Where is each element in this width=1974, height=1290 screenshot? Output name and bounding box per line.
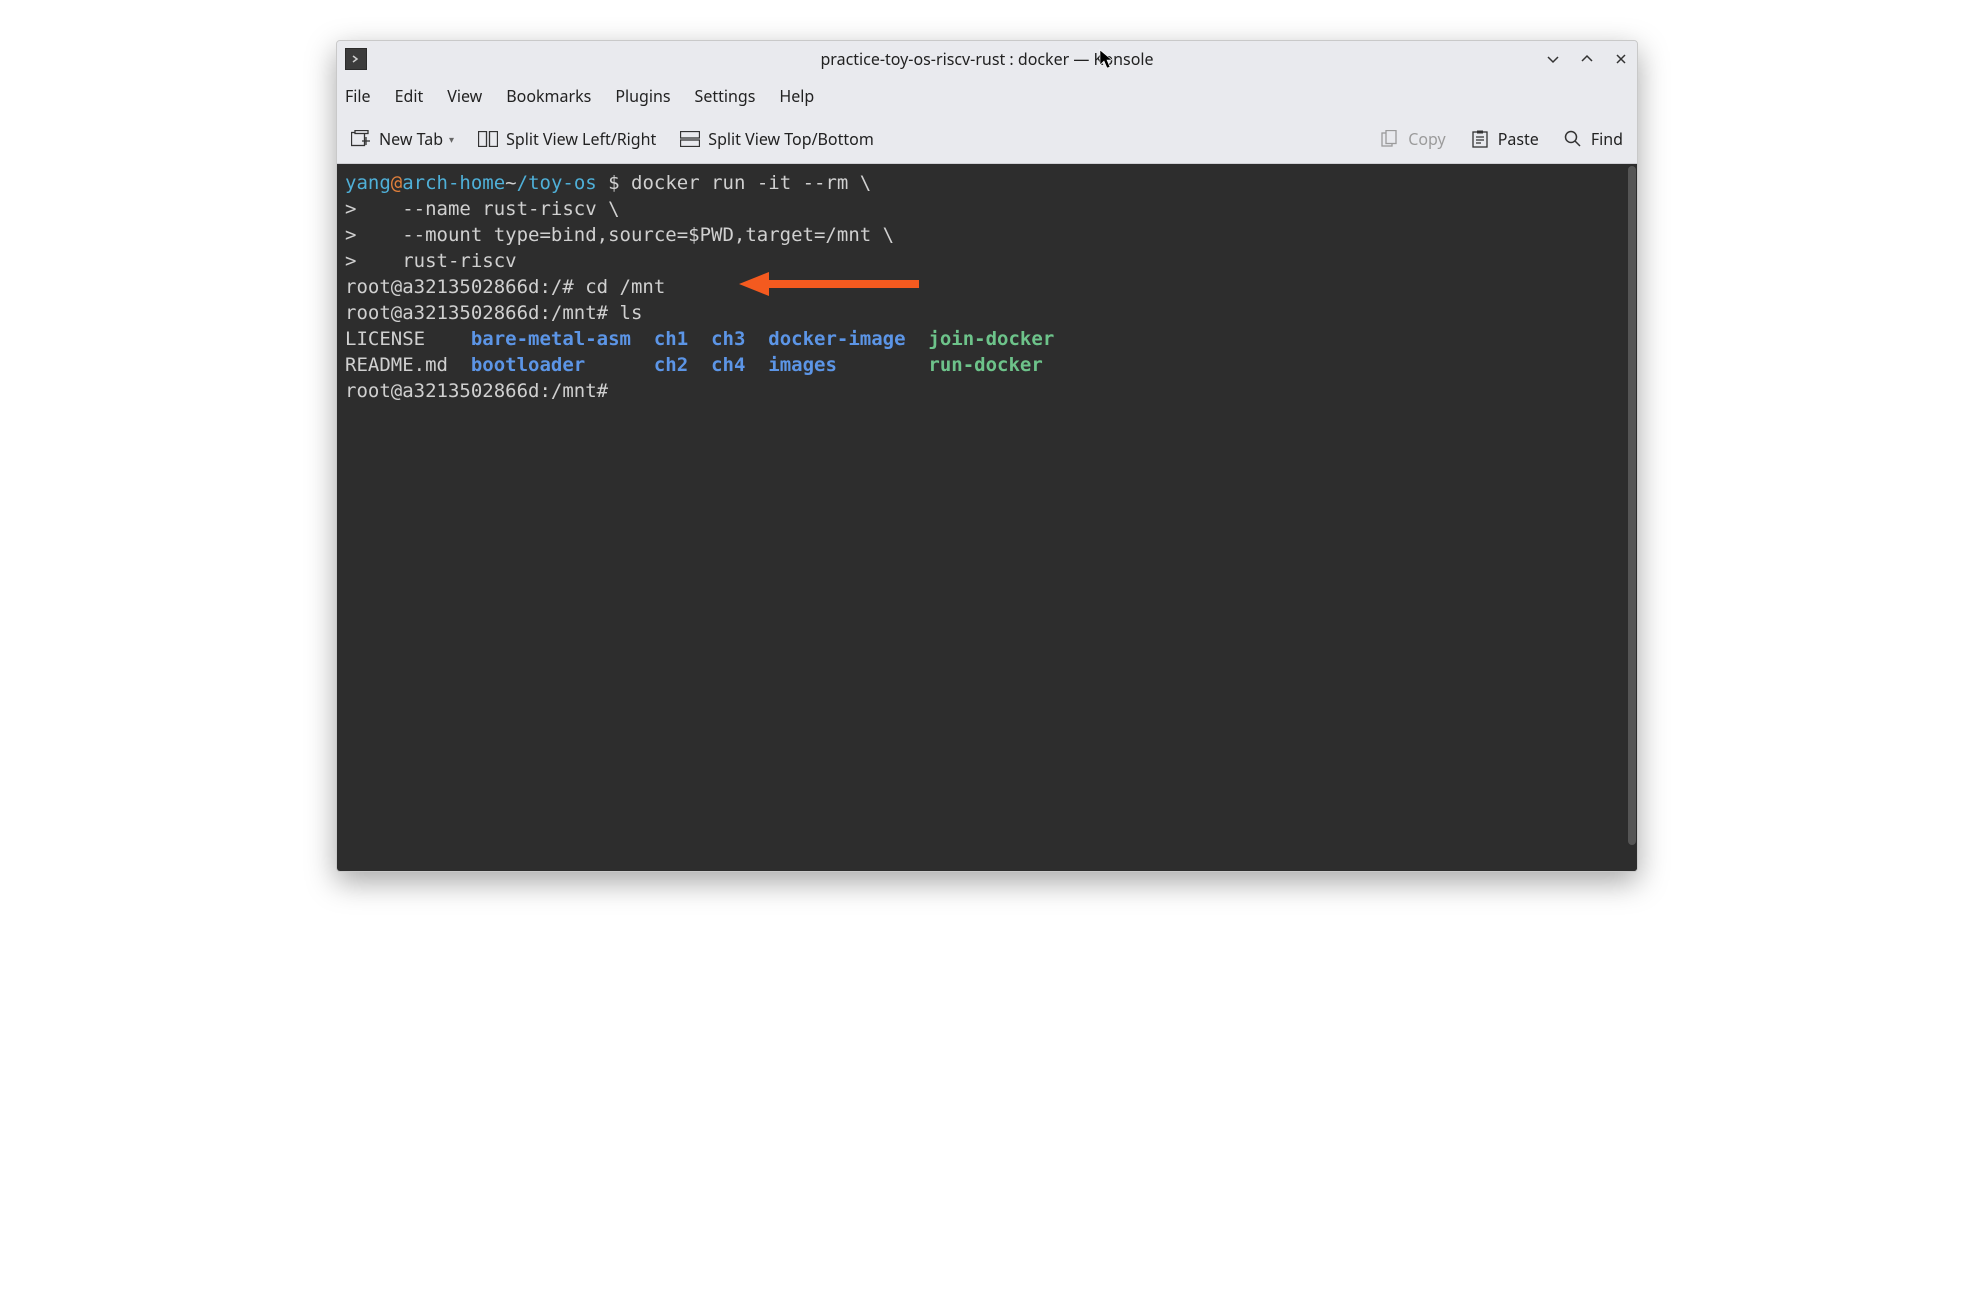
ls-dir-docker-image: docker-image [757, 328, 917, 350]
prompt-root-2: root@a3213502866d:/mnt# [345, 302, 620, 324]
command-cd: cd /mnt [585, 276, 665, 298]
split-left-right-button[interactable]: Split View Left/Right [478, 128, 656, 150]
maximize-button[interactable] [1577, 49, 1597, 69]
term-line-5: root@a3213502866d:/# cd /mnt [345, 274, 1621, 300]
menu-edit[interactable]: Edit [395, 85, 424, 107]
menu-help[interactable]: Help [779, 85, 814, 107]
toolbar: New Tab ▾ Split View Left/Right [337, 115, 1637, 164]
prompt-dollar: $ [597, 172, 631, 194]
menu-view[interactable]: View [447, 85, 482, 107]
ls-dir-ch2: ch2 [642, 354, 699, 376]
mouse-cursor-icon [1099, 49, 1115, 74]
command-text: docker run -it --rm \ [631, 172, 871, 194]
copy-icon [1380, 129, 1400, 149]
copy-label: Copy [1408, 128, 1445, 150]
prompt-root-1: root@a3213502866d:/# [345, 276, 585, 298]
command-ls: ls [620, 302, 643, 324]
ls-dir-ch4: ch4 [700, 354, 757, 376]
menu-plugins[interactable]: Plugins [615, 85, 670, 107]
paste-button[interactable]: Paste [1470, 128, 1539, 150]
ls-dir-ch1: ch1 [642, 328, 699, 350]
ls-dir-bootloader: bootloader [459, 354, 642, 376]
prompt-host: arch-home [402, 172, 505, 194]
term-line-1: yang@arch-home~/toy-os $ docker run -it … [345, 170, 1621, 196]
prompt-at: @ [391, 172, 402, 194]
copy-button[interactable]: Copy [1380, 128, 1445, 150]
find-label: Find [1591, 128, 1623, 150]
term-line-4: > rust-riscv [345, 248, 1621, 274]
paste-label: Paste [1498, 128, 1539, 150]
ls-exe-run-docker: run-docker [917, 354, 1043, 376]
window-controls [1543, 41, 1631, 77]
terminal-output[interactable]: yang@arch-home~/toy-os $ docker run -it … [337, 164, 1627, 871]
menu-file[interactable]: File [345, 85, 371, 107]
menu-settings[interactable]: Settings [695, 85, 756, 107]
ls-output-row-1: LICENSE bare-metal-asm ch1 ch3 docker-im… [345, 326, 1621, 352]
terminal-scrollbar[interactable] [1627, 164, 1637, 871]
terminal-area: yang@arch-home~/toy-os $ docker run -it … [337, 164, 1637, 871]
new-tab-icon [351, 129, 371, 149]
split-tb-icon [680, 129, 700, 149]
find-button[interactable]: Find [1563, 128, 1623, 150]
split-top-bottom-button[interactable]: Split View Top/Bottom [680, 128, 874, 150]
minimize-button[interactable] [1543, 49, 1563, 69]
prompt-tilde: ~ [505, 172, 516, 194]
ls-dir-ch3: ch3 [700, 328, 757, 350]
prompt-user: yang [345, 172, 391, 194]
ls-file-license: LICENSE [345, 328, 459, 350]
menu-bar: File Edit View Bookmarks Plugins Setting… [337, 77, 1637, 115]
ls-dir-images: images [757, 354, 917, 376]
menu-bookmarks[interactable]: Bookmarks [506, 85, 591, 107]
split-tb-label: Split View Top/Bottom [708, 128, 874, 150]
ls-dir-bare-metal-asm: bare-metal-asm [459, 328, 642, 350]
term-line-2: > --name rust-riscv \ [345, 196, 1621, 222]
new-tab-label: New Tab [379, 128, 443, 150]
chevron-down-icon: ▾ [449, 132, 454, 146]
split-lr-icon [478, 129, 498, 149]
prompt-path: /toy-os [517, 172, 597, 194]
title-bar: practice-toy-os-riscv-rust : docker — Ko… [337, 41, 1637, 77]
scrollbar-thumb[interactable] [1628, 166, 1636, 845]
ls-file-readme: README.md [345, 354, 459, 376]
ls-output-row-2: README.md bootloader ch2 ch4 images run-… [345, 352, 1621, 378]
term-line-3: > --mount type=bind,source=$PWD,target=/… [345, 222, 1621, 248]
app-icon [345, 48, 367, 70]
konsole-window: practice-toy-os-riscv-rust : docker — Ko… [336, 40, 1638, 872]
search-icon [1563, 129, 1583, 149]
close-button[interactable] [1611, 49, 1631, 69]
term-line-6: root@a3213502866d:/mnt# ls [345, 300, 1621, 326]
ls-exe-join-docker: join-docker [917, 328, 1054, 350]
new-tab-button[interactable]: New Tab ▾ [351, 128, 454, 150]
window-title: practice-toy-os-riscv-rust : docker — Ko… [337, 48, 1637, 70]
term-line-9: root@a3213502866d:/mnt# [345, 378, 1621, 404]
split-lr-label: Split View Left/Right [506, 128, 656, 150]
paste-icon [1470, 129, 1490, 149]
